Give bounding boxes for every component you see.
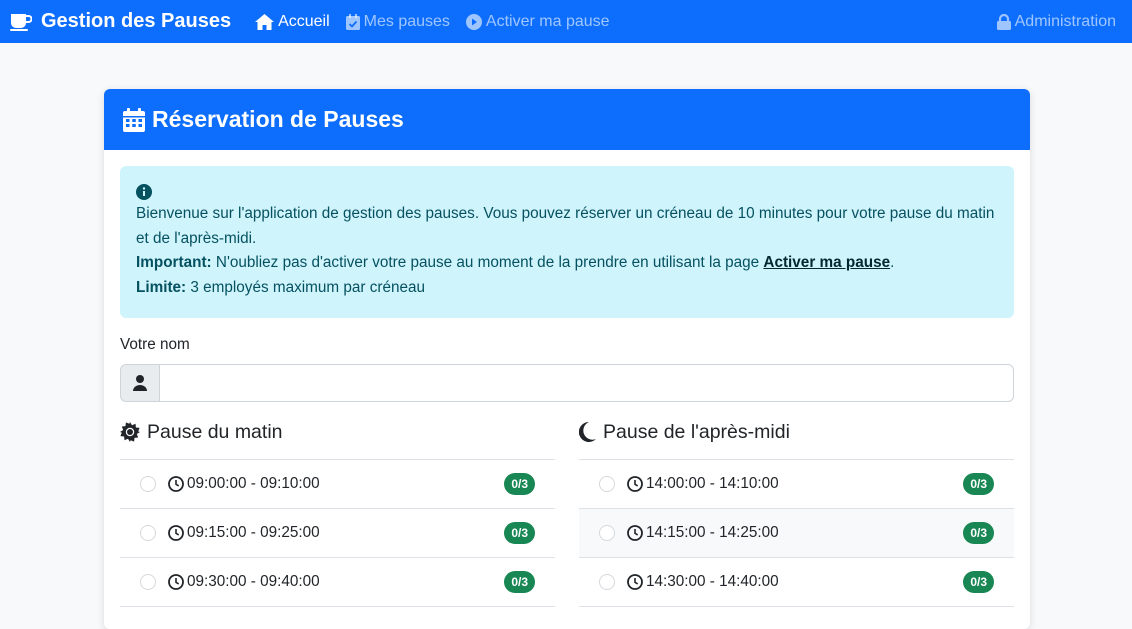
top-navbar: Gestion des Pauses Accueil Mes pauses Ac… <box>0 0 1132 43</box>
pause-columns: Pause du matin 09:00:00 - 09:10:00 0/3 0… <box>120 419 1014 607</box>
brand-title: Gestion des Pauses <box>41 10 232 32</box>
alert-important-end: . <box>890 254 895 271</box>
slot-radio[interactable] <box>599 476 615 492</box>
afternoon-title: Pause de l'après-midi <box>579 419 1014 445</box>
morning-slot-list: 09:00:00 - 09:10:00 0/3 09:15:00 - 09:25… <box>120 459 555 607</box>
clock-icon <box>168 574 184 590</box>
name-input-group <box>120 364 1014 402</box>
morning-slot[interactable]: 09:00:00 - 09:10:00 0/3 <box>120 460 555 509</box>
afternoon-slot[interactable]: 14:30:00 - 14:40:00 0/3 <box>579 558 1014 607</box>
slot-time: 14:30:00 - 14:40:00 <box>646 573 779 590</box>
slot-count-badge: 0/3 <box>504 522 535 544</box>
alert-limit-label: Limite: <box>136 278 187 296</box>
afternoon-title-label: Pause de l'après-midi <box>603 420 790 443</box>
user-icon <box>133 375 147 391</box>
calendar-icon <box>123 107 145 132</box>
clock-icon <box>168 476 184 492</box>
slot-count-badge: 0/3 <box>963 571 994 593</box>
slot-radio[interactable] <box>140 476 156 492</box>
alert-important-label: Important: <box>136 254 212 271</box>
card-header: Réservation de Pauses <box>104 89 1030 150</box>
alert-important: Important: N'oubliez pas d'activer votre… <box>136 251 998 276</box>
name-input[interactable] <box>160 364 1014 402</box>
name-label: Votre nom <box>120 336 190 353</box>
afternoon-slot[interactable]: 14:00:00 - 14:10:00 0/3 <box>579 460 1014 509</box>
clock-icon <box>627 476 643 492</box>
clock-icon <box>168 525 184 541</box>
clock-icon <box>627 574 643 590</box>
slot-radio[interactable] <box>599 525 615 541</box>
reservation-card: Réservation de Pauses Bienvenue sur l'ap… <box>104 89 1030 629</box>
nav-activer-pause[interactable]: Activer ma pause <box>465 12 610 31</box>
alert-important-text: N'oubliez pas d'activer votre pause au m… <box>211 254 764 271</box>
alert-limit-text: 3 employés maximum par créneau <box>186 278 426 296</box>
calendar-check-icon <box>345 13 360 30</box>
slot-count-badge: 0/3 <box>963 522 994 544</box>
morning-title-label: Pause du matin <box>147 420 283 443</box>
afternoon-slot[interactable]: 14:15:00 - 14:25:00 0/3 <box>579 509 1014 558</box>
slot-time: 09:15:00 - 09:25:00 <box>187 524 320 541</box>
slot-radio[interactable] <box>140 574 156 590</box>
card-body: Bienvenue sur l'application de gestion d… <box>104 150 1030 623</box>
nav-mes-pauses[interactable]: Mes pauses <box>345 12 450 31</box>
slot-count-badge: 0/3 <box>504 571 535 593</box>
alert-intro: Bienvenue sur l'application de gestion d… <box>136 205 995 247</box>
page-title: Réservation de Pauses <box>152 106 404 132</box>
clock-icon <box>627 525 643 541</box>
info-alert: Bienvenue sur l'application de gestion d… <box>120 166 1014 318</box>
alert-limit: Limite: 3 employés maximum par créneau <box>136 276 998 301</box>
slot-time: 09:00:00 - 09:10:00 <box>187 475 320 492</box>
morning-title: Pause du matin <box>120 419 555 445</box>
nav-mes-pauses-label: Mes pauses <box>363 12 450 30</box>
play-circle-icon <box>465 13 482 30</box>
slot-count-badge: 0/3 <box>963 473 994 495</box>
name-addon <box>120 364 160 402</box>
home-icon <box>255 13 275 30</box>
nav-accueil-label: Accueil <box>278 12 330 30</box>
slot-radio[interactable] <box>140 525 156 541</box>
coffee-icon <box>10 13 32 31</box>
morning-column: Pause du matin 09:00:00 - 09:10:00 0/3 0… <box>120 419 555 607</box>
nav-administration-label: Administration <box>1014 12 1116 30</box>
moon-icon <box>579 422 596 442</box>
afternoon-column: Pause de l'après-midi 14:00:00 - 14:10:0… <box>579 419 1014 607</box>
morning-slot[interactable]: 09:15:00 - 09:25:00 0/3 <box>120 509 555 558</box>
slot-time: 09:30:00 - 09:40:00 <box>187 573 320 590</box>
sun-icon <box>120 422 140 442</box>
info-circle-icon <box>136 184 152 200</box>
slot-time: 14:15:00 - 14:25:00 <box>646 524 779 541</box>
morning-slot[interactable]: 09:30:00 - 09:40:00 0/3 <box>120 558 555 607</box>
nav-activer-pause-label: Activer ma pause <box>485 12 610 30</box>
slot-time: 14:00:00 - 14:10:00 <box>646 475 779 492</box>
slot-count-badge: 0/3 <box>504 473 535 495</box>
nav-accueil[interactable]: Accueil <box>255 13 330 31</box>
lock-icon <box>996 13 1011 30</box>
afternoon-slot-list: 14:00:00 - 14:10:00 0/3 14:15:00 - 14:25… <box>579 459 1014 607</box>
slot-radio[interactable] <box>599 574 615 590</box>
nav-administration[interactable]: Administration <box>996 0 1116 43</box>
brand-link[interactable]: Gestion des Pauses <box>10 10 231 33</box>
activer-pause-link[interactable]: Activer ma pause <box>763 254 890 271</box>
